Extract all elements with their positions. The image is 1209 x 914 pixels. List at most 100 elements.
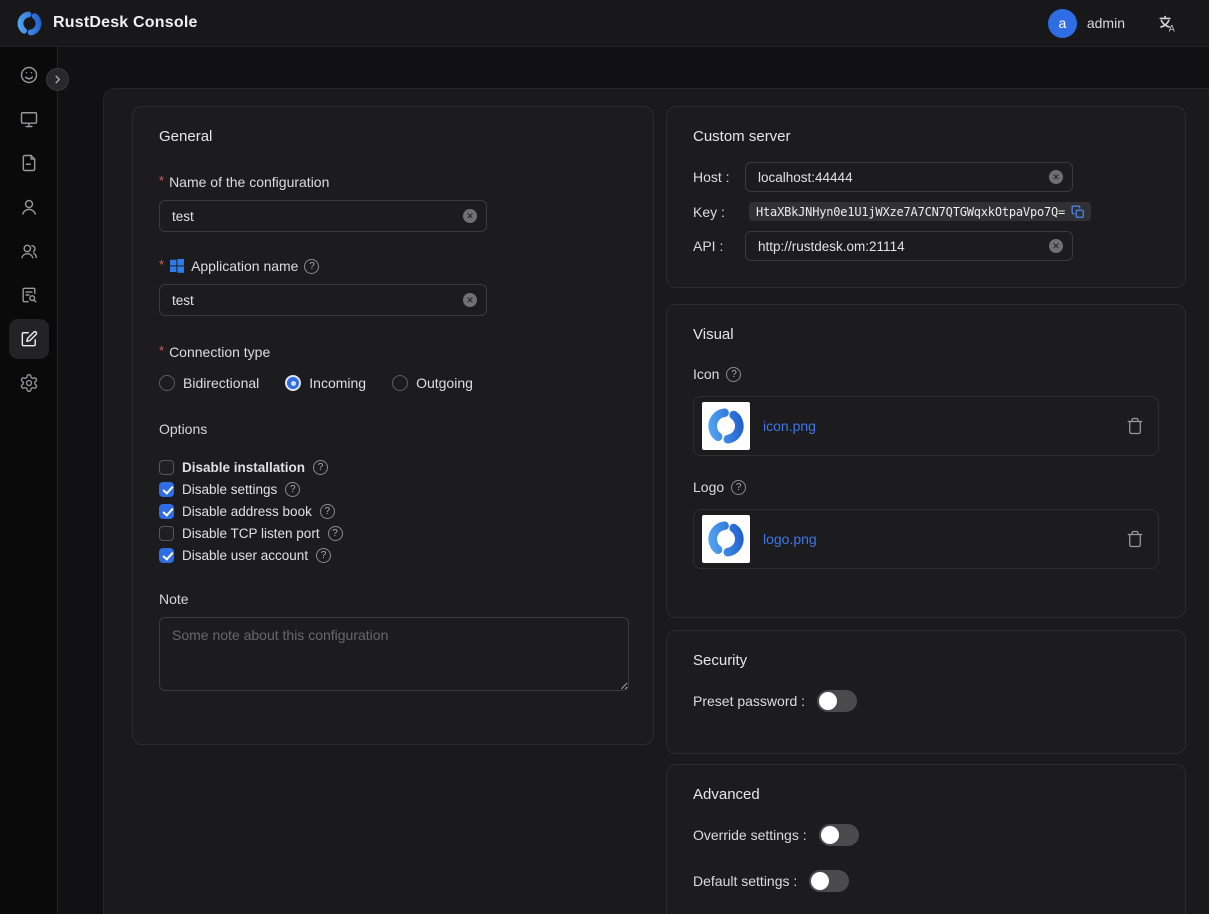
default-settings-label: Default settings : bbox=[693, 873, 797, 889]
preset-password-toggle[interactable] bbox=[817, 690, 857, 712]
sidebar-item-documents[interactable] bbox=[9, 143, 49, 183]
option-label[interactable]: Disable user account bbox=[182, 548, 308, 563]
help-icon[interactable]: ? bbox=[316, 548, 331, 563]
option-disable-tcp-listen-port: Disable TCP listen port ? bbox=[159, 522, 627, 544]
sidebar-item-custom-clients[interactable] bbox=[9, 319, 49, 359]
right-column: Custom server Host : ✕ Key : HtaXBkJNHyn… bbox=[666, 106, 1186, 914]
avatar-initial: a bbox=[1058, 15, 1066, 31]
checkbox[interactable] bbox=[159, 526, 174, 541]
icon-label: Icon bbox=[693, 366, 719, 382]
security-card: Security Preset password : bbox=[666, 630, 1186, 754]
host-input[interactable] bbox=[746, 170, 1072, 185]
radio-icon[interactable] bbox=[285, 375, 301, 391]
key-value: HtaXBkJNHyn0e1U1jWXze7A7CN7QTGWqxkOtpaVp… bbox=[756, 205, 1065, 219]
option-label[interactable]: Disable installation bbox=[182, 460, 305, 475]
config-name-input[interactable] bbox=[160, 209, 486, 224]
option-disable-user-account: Disable user account ? bbox=[159, 544, 627, 566]
checkbox[interactable] bbox=[159, 482, 174, 497]
general-title: General bbox=[159, 107, 627, 145]
key-label: Key : bbox=[693, 204, 745, 220]
clear-icon[interactable]: ✕ bbox=[463, 209, 477, 223]
api-row: API : ✕ bbox=[693, 231, 1159, 261]
connection-type-label: Connection type bbox=[169, 344, 270, 360]
logo-thumbnail bbox=[702, 515, 750, 563]
user-icon bbox=[19, 197, 39, 217]
logo-file-row: logo.png bbox=[693, 509, 1159, 569]
radio-icon[interactable] bbox=[159, 375, 175, 391]
app-name-label: Application name bbox=[191, 258, 298, 274]
clear-icon[interactable]: ✕ bbox=[1049, 239, 1063, 253]
checkbox[interactable] bbox=[159, 504, 174, 519]
help-icon[interactable]: ? bbox=[320, 504, 335, 519]
sidebar-expand-button[interactable] bbox=[46, 68, 69, 91]
chevron-right-icon bbox=[52, 74, 63, 85]
radio-bidirectional[interactable]: Bidirectional bbox=[159, 375, 259, 391]
sidebar-item-settings[interactable] bbox=[9, 363, 49, 403]
monitor-icon bbox=[19, 109, 39, 129]
icon-file-link[interactable]: icon.png bbox=[763, 418, 816, 434]
rustdesk-logo-icon bbox=[706, 519, 746, 559]
help-icon[interactable]: ? bbox=[731, 480, 746, 495]
language-switch-button[interactable]: A bbox=[1155, 11, 1179, 35]
advanced-card: Advanced Override settings : Default set… bbox=[666, 764, 1186, 914]
smiley-icon bbox=[19, 65, 39, 85]
checkbox[interactable] bbox=[159, 548, 174, 563]
advanced-title: Advanced bbox=[693, 765, 1159, 803]
rustdesk-logo-icon bbox=[16, 10, 43, 37]
sidebar-item-audit-logs[interactable] bbox=[9, 275, 49, 315]
file-search-icon bbox=[19, 285, 39, 305]
sidebar-item-devices[interactable] bbox=[9, 99, 49, 139]
logo-file-link[interactable]: logo.png bbox=[763, 531, 817, 547]
trash-icon[interactable] bbox=[1126, 417, 1144, 435]
key-chip: HtaXBkJNHyn0e1U1jWXze7A7CN7QTGWqxkOtpaVp… bbox=[749, 202, 1091, 221]
api-input[interactable] bbox=[746, 239, 1072, 254]
logo-label-row: Logo ? bbox=[693, 479, 1159, 495]
custom-server-title: Custom server bbox=[693, 107, 1159, 145]
option-disable-address-book: Disable address book ? bbox=[159, 500, 627, 522]
sidebar bbox=[0, 47, 58, 914]
connection-type-label-row: * Connection type bbox=[159, 344, 627, 360]
app-name-input[interactable] bbox=[160, 293, 486, 308]
trash-icon[interactable] bbox=[1126, 530, 1144, 548]
required-asterisk: * bbox=[159, 343, 164, 358]
config-name-label: Name of the configuration bbox=[169, 174, 329, 190]
help-icon[interactable]: ? bbox=[304, 259, 319, 274]
required-asterisk: * bbox=[159, 257, 164, 272]
help-icon[interactable]: ? bbox=[285, 482, 300, 497]
config-name-label-row: * Name of the configuration bbox=[159, 174, 627, 190]
translate-icon: A bbox=[1157, 13, 1178, 34]
radio-icon[interactable] bbox=[392, 375, 408, 391]
username[interactable]: admin bbox=[1087, 15, 1125, 31]
icon-file-row: icon.png bbox=[693, 396, 1159, 456]
edit-icon bbox=[19, 329, 39, 349]
override-settings-row: Override settings : bbox=[693, 824, 1159, 846]
clear-icon[interactable]: ✕ bbox=[463, 293, 477, 307]
host-field: ✕ bbox=[745, 162, 1073, 192]
visual-card: Visual Icon ? icon.png Logo ? bbox=[666, 304, 1186, 618]
checkbox[interactable] bbox=[159, 460, 174, 475]
sidebar-item-users[interactable] bbox=[9, 187, 49, 227]
icon-thumbnail bbox=[702, 402, 750, 450]
copy-icon[interactable] bbox=[1070, 204, 1085, 219]
general-card: General * Name of the configuration ✕ * … bbox=[132, 106, 654, 745]
override-settings-toggle[interactable] bbox=[819, 824, 859, 846]
clear-icon[interactable]: ✕ bbox=[1049, 170, 1063, 184]
sidebar-item-groups[interactable] bbox=[9, 231, 49, 271]
help-icon[interactable]: ? bbox=[328, 526, 343, 541]
app-header: RustDesk Console a admin A bbox=[0, 0, 1209, 47]
radio-outgoing[interactable]: Outgoing bbox=[392, 375, 473, 391]
app-title: RustDesk Console bbox=[53, 14, 198, 32]
help-icon[interactable]: ? bbox=[726, 367, 741, 382]
option-label[interactable]: Disable address book bbox=[182, 504, 312, 519]
help-icon[interactable]: ? bbox=[313, 460, 328, 475]
note-textarea[interactable] bbox=[159, 617, 629, 691]
option-label[interactable]: Disable settings bbox=[182, 482, 277, 497]
avatar[interactable]: a bbox=[1048, 9, 1077, 38]
option-label[interactable]: Disable TCP listen port bbox=[182, 526, 320, 541]
default-settings-toggle[interactable] bbox=[809, 870, 849, 892]
radio-incoming[interactable]: Incoming bbox=[285, 375, 366, 391]
app-name-label-row: * Application name ? bbox=[159, 258, 627, 274]
preset-password-label: Preset password : bbox=[693, 693, 805, 709]
sidebar-item-dashboard[interactable] bbox=[9, 55, 49, 95]
option-disable-settings: Disable settings ? bbox=[159, 478, 627, 500]
